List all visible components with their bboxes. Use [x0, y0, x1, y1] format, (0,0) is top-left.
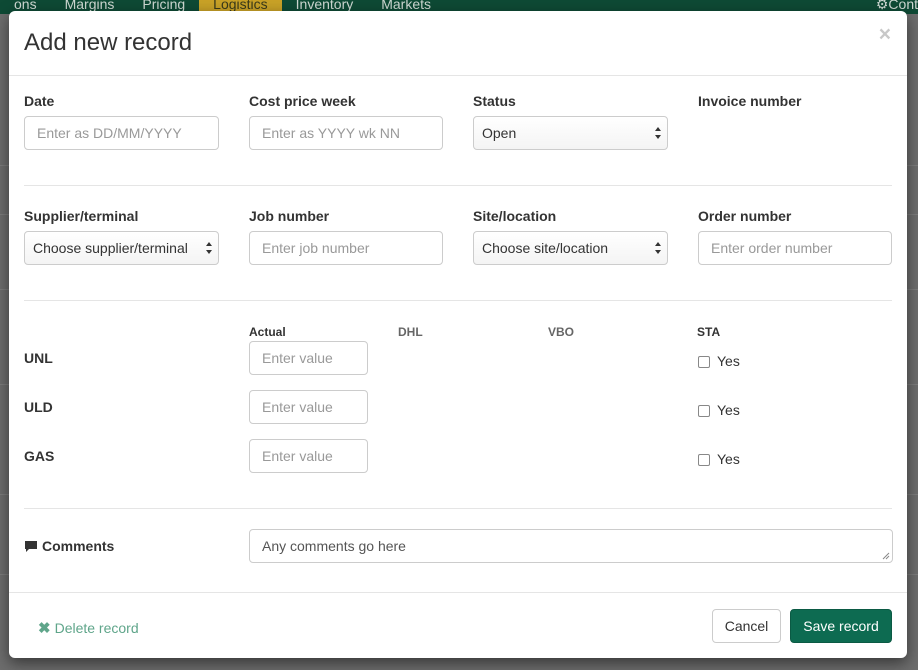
date-label: Date: [24, 93, 55, 109]
row-label-unl: UNL: [24, 350, 53, 366]
save-record-button[interactable]: Save record: [790, 609, 892, 643]
column-header-actual: Actual: [249, 325, 286, 339]
status-label: Status: [473, 93, 516, 109]
row-label-uld: ULD: [24, 399, 53, 415]
invoice-number-label: Invoice number: [698, 93, 802, 109]
gas-sta-label[interactable]: Yes: [717, 451, 740, 467]
column-header-dhl: DHL: [398, 325, 423, 339]
modal-header: Add new record ×: [9, 11, 907, 76]
select-arrows-icon: [655, 127, 661, 139]
resize-handle-icon[interactable]: [882, 552, 890, 560]
add-record-modal: Add new record × Date Enter as DD/MM/YYY…: [9, 11, 907, 658]
gas-actual-input[interactable]: Enter value: [249, 439, 368, 473]
uld-sta-checkbox[interactable]: [698, 405, 710, 417]
cancel-button[interactable]: Cancel: [712, 609, 781, 643]
section-divider: [24, 300, 892, 301]
modal-title: Add new record: [24, 29, 193, 56]
section-divider: [24, 185, 892, 186]
column-header-sta: STA: [697, 325, 721, 339]
supplier-select-value: Choose supplier/terminal: [33, 240, 188, 256]
column-header-vbo: VBO: [548, 325, 575, 339]
unl-actual-input[interactable]: Enter value: [249, 341, 368, 375]
row-label-gas: GAS: [24, 448, 55, 464]
site-label: Site/location: [473, 208, 557, 224]
comments-text: Any comments go here: [262, 538, 406, 554]
comment-icon: [25, 540, 37, 552]
job-number-input[interactable]: Enter job number: [249, 231, 443, 265]
order-number-label: Order number: [698, 208, 792, 224]
select-arrows-icon: [655, 242, 661, 254]
uld-actual-input[interactable]: Enter value: [249, 390, 368, 424]
delete-record-link[interactable]: ✖ Delete record: [38, 619, 139, 637]
order-number-input[interactable]: Enter order number: [698, 231, 892, 265]
modal-footer: ✖ Delete record Cancel Save record: [9, 592, 907, 658]
status-select[interactable]: Open: [473, 116, 668, 150]
unl-sta-checkbox[interactable]: [698, 356, 710, 368]
comments-label-group: Comments: [24, 538, 114, 554]
close-icon[interactable]: ×: [879, 24, 891, 45]
delete-x-icon: ✖: [38, 620, 51, 637]
comments-label: Comments: [42, 538, 115, 554]
gas-sta-checkbox[interactable]: [698, 454, 710, 466]
site-select[interactable]: Choose site/location: [473, 231, 668, 265]
unl-sta-label[interactable]: Yes: [717, 353, 740, 369]
supplier-label: Supplier/terminal: [24, 208, 139, 224]
supplier-select[interactable]: Choose supplier/terminal: [24, 231, 219, 265]
select-arrows-icon: [206, 242, 212, 254]
delete-record-label: Delete record: [54, 620, 139, 636]
cost-price-week-label: Cost price week: [249, 93, 356, 109]
comments-textarea[interactable]: Any comments go here: [249, 529, 893, 563]
cost-price-week-input[interactable]: Enter as YYYY wk NN: [249, 116, 443, 150]
site-select-value: Choose site/location: [482, 240, 609, 256]
uld-sta-label[interactable]: Yes: [717, 402, 740, 418]
job-number-label: Job number: [249, 208, 330, 224]
date-input[interactable]: Enter as DD/MM/YYYY: [24, 116, 219, 150]
status-select-value: Open: [482, 125, 517, 141]
section-divider: [24, 508, 892, 509]
